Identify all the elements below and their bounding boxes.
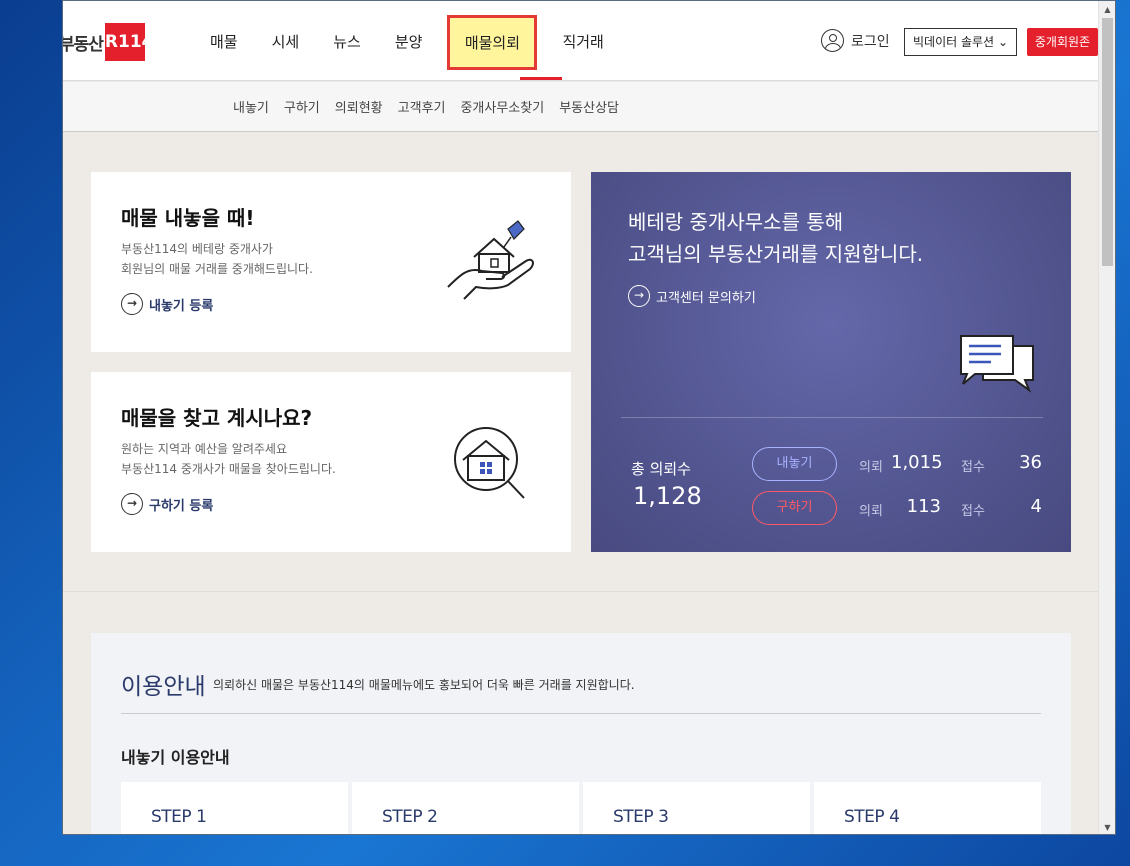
sell-card: 매물 내놓을 때! 부동산114의 베테랑 중개사가 회원님의 매물 거래를 중… [91,172,571,352]
promo-divider [621,417,1043,418]
find-received-count: 4 [1030,496,1042,517]
find-register-link[interactable]: → 구하기 등록 [121,493,213,515]
sell-guide-heading: 내놓기 이용안내 [121,748,230,767]
usage-guide-title: 이용안내 [121,674,206,700]
chevron-down-icon: ⌄ [997,35,1008,49]
menu-item-direct-deal[interactable]: 직거래 [545,1,620,81]
active-menu-underline [520,77,562,80]
browser-window: 부동산 R114 매물 시세 뉴스 분양 매물의뢰 직거래 로그인 빅데이터 솔… [62,0,1116,835]
main-menu: 매물 시세 뉴스 분양 매물의뢰 직거래 [193,1,621,81]
sell-request-label: 의뢰 [859,460,883,475]
usage-guide-divider [121,713,1041,714]
sell-card-desc-1: 부동산114의 베테랑 중개사가 [121,242,273,256]
find-card-desc-1: 원하는 지역과 예산을 알려주세요 [121,442,288,456]
find-register-label: 구하기 등록 [149,498,214,514]
sell-register-link[interactable]: → 내놓기 등록 [121,293,213,315]
user-icon [821,29,844,52]
subnav-item-find-office[interactable]: 중개사무소찾기 [460,97,544,116]
step-label: STEP 2 [382,807,438,827]
bigdata-label: 빅데이터 솔루션 [913,35,995,49]
subnav-item-consult[interactable]: 부동산상담 [559,97,619,116]
arrow-right-icon: → [121,293,143,315]
step-label: STEP 1 [151,807,207,827]
promo-panel: 베테랑 중개사무소를 통해 고객님의 부동산거래를 지원합니다. → 고객센터 … [591,172,1071,552]
top-header: 부동산 R114 매물 시세 뉴스 분양 매물의뢰 직거래 로그인 빅데이터 솔… [63,1,1099,81]
find-card-title: 매물을 찾고 계시나요? [121,406,313,430]
section-divider [63,591,1099,592]
sell-request-count: 1,015 [891,452,943,473]
arrow-right-icon: → [121,493,143,515]
login-label: 로그인 [851,33,890,50]
find-pill-button[interactable]: 구하기 [752,491,837,525]
bigdata-solution-dropdown[interactable]: 빅데이터 솔루션 ⌄ [904,28,1017,56]
sell-card-title: 매물 내놓을 때! [121,206,255,230]
menu-item-presale[interactable]: 분양 [378,1,440,81]
step-card-4: STEP 4 [814,782,1041,834]
site-logo[interactable]: 부동산 R114 [63,23,154,61]
customer-center-label: 고객센터 문의하기 [656,290,756,306]
step-card-3: STEP 3 [583,782,810,834]
vertical-scrollbar[interactable]: ▲ ▼ [1098,1,1115,834]
magnifier-house-icon [454,427,525,499]
sell-received-label: 접수 [961,460,985,475]
sell-register-label: 내놓기 등록 [149,298,214,314]
total-requests-label: 총 의뢰수 [631,460,691,478]
scroll-thumb[interactable] [1102,18,1113,266]
login-link[interactable]: 로그인 [821,29,890,52]
sub-navigation: 내놓기 구하기 의뢰현황 고객후기 중개사무소찾기 부동산상담 [63,82,1099,132]
logo-text: 부동산 [63,34,104,55]
sell-pill-button[interactable]: 내놓기 [752,447,837,481]
chat-bubble-icon [960,335,1034,393]
menu-item-listings[interactable]: 매물 [193,1,255,81]
find-card-desc-2: 부동산114 중개사가 매물을 찾아드립니다. [121,462,336,476]
subnav-item-find[interactable]: 구하기 [284,97,320,116]
find-request-label: 의뢰 [859,504,883,519]
find-received-label: 접수 [961,504,985,519]
menu-item-news[interactable]: 뉴스 [316,1,378,81]
sell-card-desc-2: 회원님의 매물 거래를 중개해드립니다. [121,262,313,276]
hand-house-icon [447,220,534,300]
menu-item-prices[interactable]: 시세 [255,1,317,81]
menu-item-listing-request-label: 매물의뢰 [447,15,538,70]
promo-title-line-2: 고객님의 부동산거래를 지원합니다. [628,242,924,266]
step-card-1: STEP 1 [121,782,348,834]
scroll-up-icon[interactable]: ▲ [1099,1,1115,18]
promo-title: 베테랑 중개사무소를 통해 고객님의 부동산거래를 지원합니다. [628,206,923,270]
arrow-right-icon: → [628,285,650,307]
usage-guide-subtitle: 의뢰하신 매물은 부동산114의 매물메뉴에도 홍보되어 더욱 빠른 거래를 지… [213,678,635,692]
scroll-down-icon[interactable]: ▼ [1099,819,1115,834]
member-zone-button[interactable]: 중개회원존 [1027,28,1098,56]
step-label: STEP 3 [613,807,669,827]
find-card: 매물을 찾고 계시나요? 원하는 지역과 예산을 알려주세요 부동산114 중개… [91,372,571,552]
find-request-count: 113 [906,496,941,517]
total-requests-value: 1,128 [633,482,702,510]
sell-received-count: 36 [1019,452,1042,473]
usage-guide: 이용안내 의뢰하신 매물은 부동산114의 매물메뉴에도 홍보되어 더욱 빠른 … [91,633,1071,834]
logo-badge: R114 [104,23,154,61]
subnav-item-sell[interactable]: 내놓기 [233,97,269,116]
promo-title-line-1: 베테랑 중개사무소를 통해 [628,210,844,234]
subnav-item-status[interactable]: 의뢰현황 [335,97,383,116]
step-card-2: STEP 2 [352,782,579,834]
subnav-item-reviews[interactable]: 고객후기 [398,97,446,116]
page-viewport: 부동산 R114 매물 시세 뉴스 분양 매물의뢰 직거래 로그인 빅데이터 솔… [63,1,1099,834]
customer-center-link[interactable]: → 고객센터 문의하기 [628,285,756,307]
menu-item-listing-request[interactable]: 매물의뢰 [447,1,538,81]
step-label: STEP 4 [844,807,900,827]
